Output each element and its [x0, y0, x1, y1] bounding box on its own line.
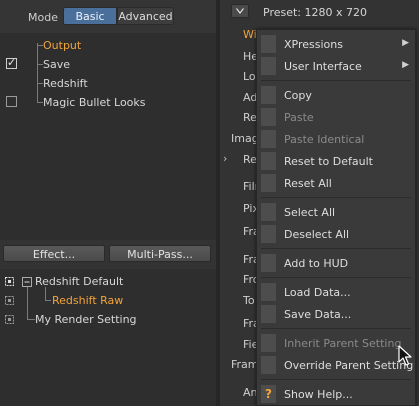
menu-item-paste: Paste: [257, 106, 415, 128]
settings-tree: Output Save Redshift Magic Bullet Looks: [0, 33, 216, 240]
tree-item-save[interactable]: Save: [43, 58, 70, 71]
menu-gutter: [261, 152, 276, 170]
menu-gutter: [261, 174, 276, 192]
menu-gutter: [261, 283, 276, 301]
menu-item-label: Inherit Parent Setting: [284, 337, 402, 350]
menu-separator: [261, 248, 411, 249]
menu-gutter: [261, 334, 276, 352]
menu-item-label: Deselect All: [284, 228, 350, 241]
menu-item-reset-all[interactable]: Reset All: [257, 172, 415, 194]
menu-gutter: [261, 130, 276, 148]
tree-connector: [27, 287, 28, 320]
menu-separator: [261, 197, 411, 198]
menu-item-add-to-hud[interactable]: Add to HUD: [257, 252, 415, 274]
tree-item-magic-bullet-looks[interactable]: Magic Bullet Looks: [43, 96, 146, 109]
menu-item-load-data[interactable]: Load Data...: [257, 281, 415, 303]
menu-gutter: [261, 356, 276, 374]
preset-label: Preset: 1280 x 720: [263, 6, 367, 19]
menu-item-copy[interactable]: Copy: [257, 84, 415, 106]
menu-item-label: Paste: [284, 111, 314, 124]
menu-item-override-parent-setting[interactable]: Override Parent Setting: [257, 354, 415, 376]
menu-item-label: Save Data...: [284, 308, 352, 321]
effect-button[interactable]: Effect...: [3, 245, 105, 262]
menu-item-deselect-all[interactable]: Deselect All: [257, 223, 415, 245]
submenu-arrow-icon: ▶: [402, 38, 409, 48]
save-checkbox[interactable]: [6, 56, 17, 69]
tree-connector: [27, 319, 35, 320]
render-setting-redshift-raw[interactable]: Redshift Raw: [52, 294, 123, 307]
help-icon: ?: [261, 385, 276, 403]
mode-label: Mode: [28, 11, 58, 24]
menu-item-paste-identical: Paste Identical: [257, 128, 415, 150]
submenu-arrow-icon: ▶: [402, 60, 409, 70]
render-setting-icon: [5, 296, 14, 305]
render-setting-icon: [5, 277, 14, 286]
effect-button-row: Effect... Multi-Pass...: [0, 240, 216, 269]
menu-item-label: Copy: [284, 89, 312, 102]
menu-item-label: Select All: [284, 206, 336, 219]
context-menu: XPressions ▶ User Interface ▶ Copy Paste…: [256, 29, 416, 406]
preset-dropdown-button[interactable]: [231, 4, 249, 18]
mode-basic-button[interactable]: Basic: [63, 7, 117, 25]
mode-bar: Mode Basic Advanced: [0, 0, 216, 33]
menu-item-select-all[interactable]: Select All: [257, 201, 415, 223]
menu-gutter: [261, 57, 276, 75]
render-settings-left-panel: Mode Basic Advanced Output Save Redshift…: [0, 0, 216, 406]
menu-gutter: [261, 108, 276, 126]
multi-pass-button[interactable]: Multi-Pass...: [109, 245, 211, 262]
menu-item-reset-to-default[interactable]: Reset to Default: [257, 150, 415, 172]
menu-item-save-data[interactable]: Save Data...: [257, 303, 415, 325]
menu-gutter: [261, 225, 276, 243]
render-setting-my-render-setting[interactable]: My Render Setting: [35, 313, 137, 326]
param-to-label: To: [243, 294, 255, 307]
menu-gutter: [261, 35, 276, 53]
menu-item-xpressions[interactable]: XPressions ▶: [257, 33, 415, 55]
param-lock-label: Lo: [243, 70, 256, 83]
param-width-label: Wi: [243, 28, 257, 41]
menu-item-label: User Interface: [284, 60, 362, 73]
tree-connector: [45, 287, 46, 300]
collapse-icon[interactable]: [22, 277, 32, 287]
menu-item-label: Reset to Default: [284, 155, 373, 168]
tree-connector: [45, 300, 51, 301]
render-setting-redshift-default[interactable]: Redshift Default: [35, 275, 123, 288]
menu-separator: [261, 328, 411, 329]
render-setting-icon: [5, 315, 14, 324]
tree-item-redshift[interactable]: Redshift: [43, 77, 88, 90]
magic-bullet-checkbox[interactable]: [6, 96, 17, 107]
mouse-cursor-icon: [398, 345, 412, 366]
menu-item-user-interface[interactable]: User Interface ▶: [257, 55, 415, 77]
chevron-down-icon: [236, 8, 244, 14]
menu-item-label: Reset All: [284, 177, 332, 190]
menu-item-label: XPressions: [284, 38, 343, 51]
menu-item-label: Show Help...: [284, 388, 353, 401]
render-settings-list: Redshift Default Redshift Raw My Render …: [0, 269, 216, 406]
menu-item-show-help[interactable]: ? Show Help...: [257, 383, 415, 405]
param-render-region-label: Re: [243, 153, 257, 166]
menu-item-label: Override Parent Setting: [284, 359, 414, 372]
mode-advanced-button[interactable]: Advanced: [117, 7, 174, 25]
menu-gutter: [261, 203, 276, 221]
menu-gutter: [261, 305, 276, 323]
tree-item-output[interactable]: Output: [43, 39, 81, 52]
menu-item-label: Add to HUD: [284, 257, 349, 270]
menu-separator: [261, 80, 411, 81]
menu-separator: [261, 379, 411, 380]
menu-separator: [261, 277, 411, 278]
expand-arrow-icon[interactable]: ›: [223, 152, 227, 165]
menu-gutter: [261, 86, 276, 104]
menu-item-label: Paste Identical: [284, 133, 365, 146]
menu-item-label: Load Data...: [284, 286, 351, 299]
tree-connector: [37, 43, 38, 103]
menu-item-inherit-parent-setting: Inherit Parent Setting: [257, 332, 415, 354]
menu-gutter: [261, 254, 276, 272]
